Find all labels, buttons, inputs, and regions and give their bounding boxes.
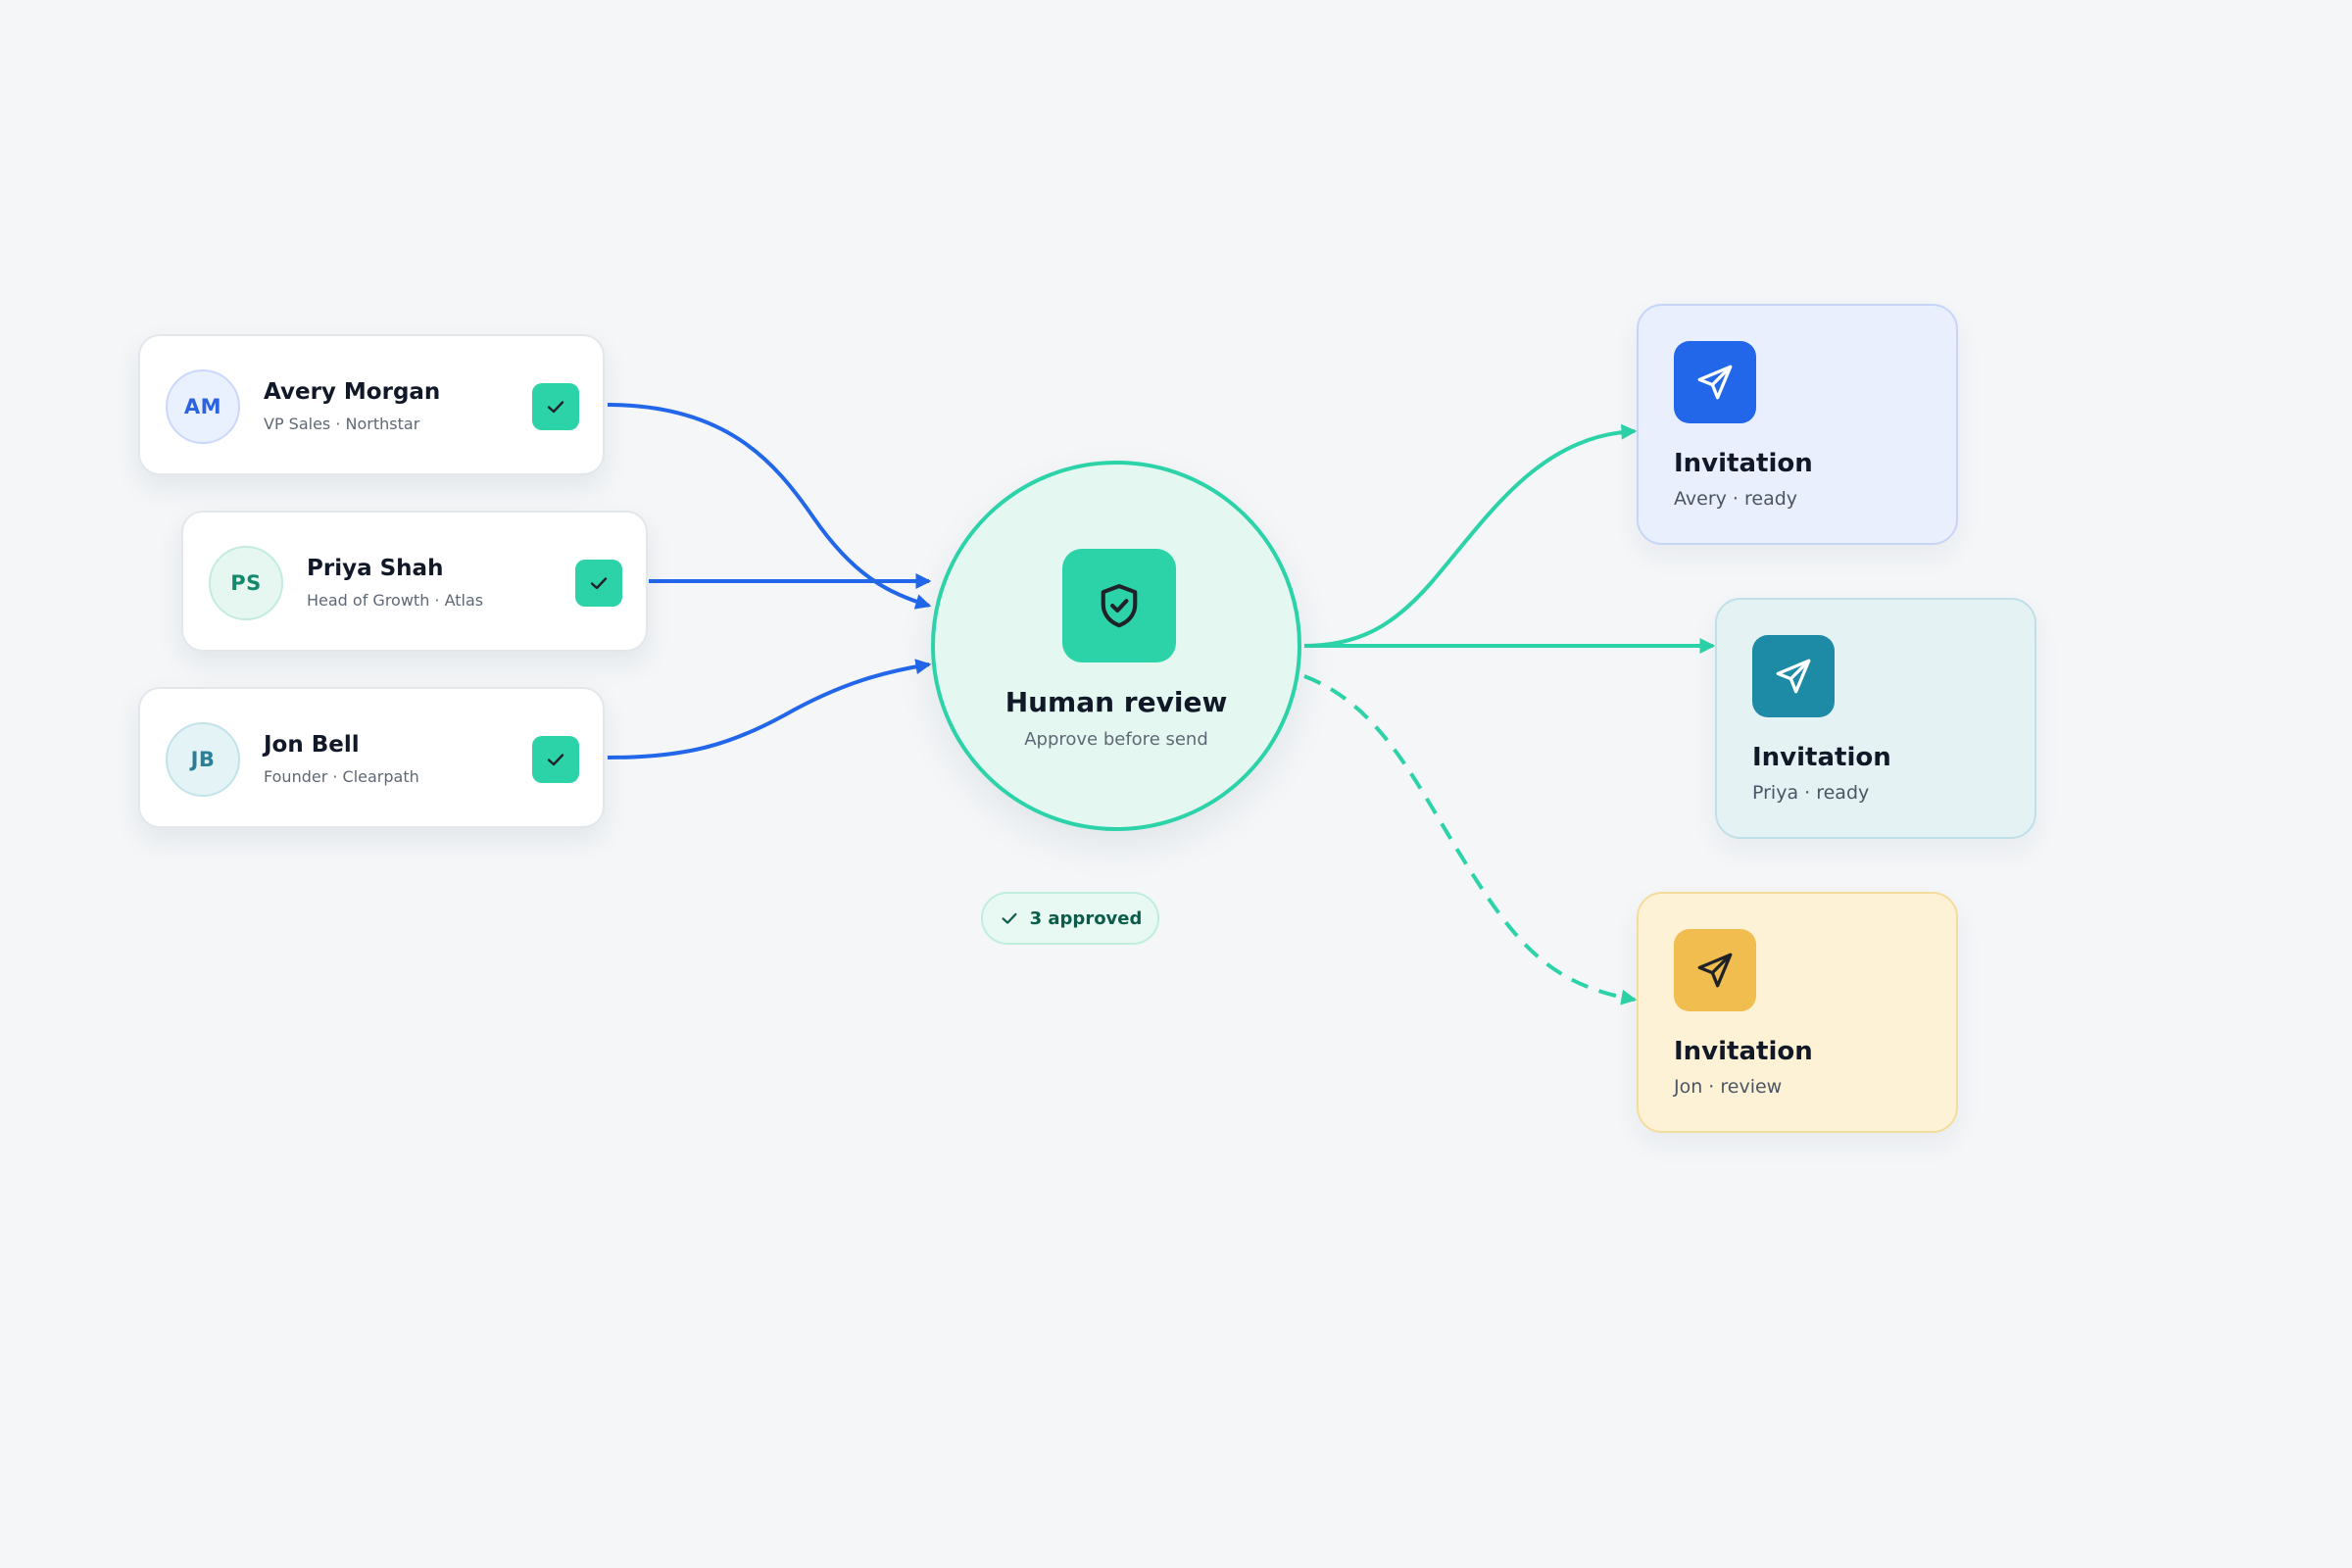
contact-name: Avery Morgan xyxy=(264,379,441,405)
approve-checkbox[interactable] xyxy=(532,383,579,430)
edge-review-to-avery-invite xyxy=(1303,423,1638,648)
edge-review-to-jon-invite xyxy=(1303,674,1638,1005)
invitation-status: Avery · ready xyxy=(1674,488,1798,510)
edge-jon-to-review-line xyxy=(607,659,932,760)
shield-check-icon xyxy=(1101,584,1138,628)
send-tile xyxy=(1674,929,1756,1011)
approved-count-label: 3 approved xyxy=(1029,907,1143,929)
contact-card-priya[interactable]: PS Priya Shah Head of Growth · Atlas xyxy=(181,511,648,652)
approve-checkbox[interactable] xyxy=(575,560,622,607)
invitation-title: Invitation xyxy=(1752,743,1891,772)
invitation-status: Jon · review xyxy=(1674,1076,1783,1098)
check-icon xyxy=(590,577,608,590)
invitation-card-priya[interactable]: Invitation Priya · ready xyxy=(1715,598,2036,839)
send-icon xyxy=(1776,659,1811,694)
invitation-status: Priya · ready xyxy=(1752,782,1870,804)
send-tile xyxy=(1752,635,1835,717)
human-review-node[interactable]: Human review Approve before send xyxy=(931,461,1301,831)
check-icon xyxy=(1002,912,1017,924)
invitation-title: Invitation xyxy=(1674,1037,1813,1066)
contact-role: VP Sales · Northstar xyxy=(264,415,420,433)
invitation-card-avery[interactable]: Invitation Avery · ready xyxy=(1637,304,1958,545)
shield-tile xyxy=(1062,549,1176,662)
avatar: JB xyxy=(166,722,240,797)
invitation-title: Invitation xyxy=(1674,449,1813,478)
check-icon xyxy=(547,754,564,766)
edge-avery-to-review xyxy=(607,403,932,610)
contact-card-avery[interactable]: AM Avery Morgan VP Sales · Northstar xyxy=(138,334,605,475)
approve-checkbox[interactable] xyxy=(532,736,579,783)
edge-jon-to-review xyxy=(608,664,929,758)
send-icon xyxy=(1697,365,1733,400)
contact-role: Founder · Clearpath xyxy=(264,767,419,786)
contact-name: Jon Bell xyxy=(264,732,360,758)
check-icon xyxy=(547,401,564,414)
invitation-card-jon[interactable]: Invitation Jon · review xyxy=(1637,892,1958,1133)
send-icon xyxy=(1697,953,1733,988)
approved-count-badge: 3 approved xyxy=(981,892,1159,945)
contact-card-jon[interactable]: JB Jon Bell Founder · Clearpath xyxy=(138,687,605,828)
avatar: AM xyxy=(166,369,240,444)
contact-name: Priya Shah xyxy=(307,556,444,581)
send-tile xyxy=(1674,341,1756,423)
review-title: Human review xyxy=(1004,686,1228,718)
review-subtitle: Approve before send xyxy=(1024,729,1208,750)
contact-role: Head of Growth · Atlas xyxy=(307,591,484,610)
avatar: PS xyxy=(209,546,283,620)
